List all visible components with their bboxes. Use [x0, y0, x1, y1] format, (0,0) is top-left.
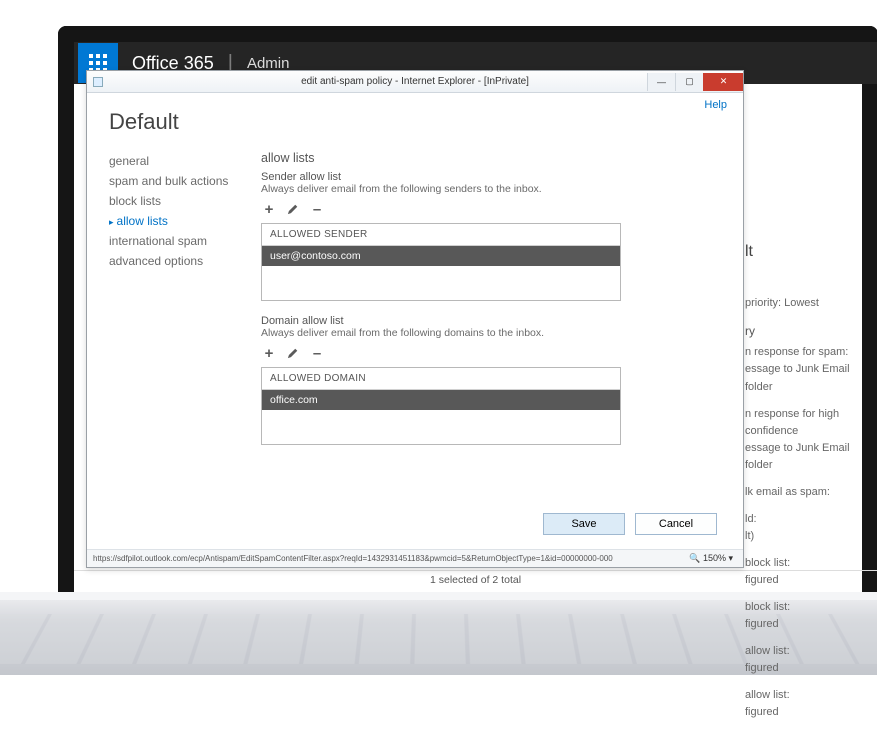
bg-line: essage to Junk Email folder [745, 361, 865, 395]
bg-line: lk email as spam: [745, 484, 865, 501]
edit-icon[interactable] [285, 345, 301, 361]
section-heading: allow lists [261, 151, 705, 165]
remove-icon[interactable]: – [309, 201, 325, 217]
remove-icon[interactable]: – [309, 345, 325, 361]
save-button[interactable]: Save [543, 513, 625, 535]
cancel-button[interactable]: Cancel [635, 513, 717, 535]
sender-column-header: ALLOWED SENDER [262, 224, 620, 246]
nav-item-advanced[interactable]: advanced options [109, 251, 239, 271]
nav-item-allow-lists[interactable]: allow lists [109, 211, 239, 231]
domain-allow-label: Domain allow list [261, 315, 705, 327]
domain-allow-desc: Always deliver email from the following … [261, 327, 705, 339]
left-nav: general spam and bulk actions block list… [109, 151, 239, 445]
bg-line: allow list: [745, 687, 865, 704]
nav-item-spam-bulk[interactable]: spam and bulk actions [109, 171, 239, 191]
sender-allow-label: Sender allow list [261, 171, 705, 183]
bg-line: lt) [745, 528, 865, 545]
sender-allow-desc: Always deliver email from the following … [261, 183, 705, 195]
sender-allow-listbox[interactable]: ALLOWED SENDER user@contoso.com [261, 223, 621, 301]
admin-section-label: Admin [247, 55, 290, 72]
bg-line: figured [745, 616, 865, 633]
zoom-value: 150% [703, 553, 726, 563]
maximize-button[interactable]: ▢ [675, 73, 703, 91]
bg-title-tail: lt [745, 240, 865, 265]
bg-line: ld: [745, 511, 865, 528]
bg-line: block list: [745, 599, 865, 616]
bg-line: figured [745, 704, 865, 721]
bg-line: essage to Junk Email folder [745, 440, 865, 474]
bg-line: n response for high confidence [745, 406, 865, 440]
dialog-content: Help Default general spam and bulk actio… [87, 93, 743, 549]
minimize-button[interactable]: — [647, 73, 675, 91]
add-icon[interactable]: + [261, 201, 277, 217]
ie-page-icon [93, 77, 103, 87]
ie-window: edit anti-spam policy - Internet Explore… [86, 70, 744, 568]
domain-column-header: ALLOWED DOMAIN [262, 368, 620, 390]
domain-row[interactable]: office.com [262, 390, 620, 410]
zoom-indicator[interactable]: 🔍 150% ▾ [685, 553, 737, 564]
bg-priority: priority: Lowest [745, 295, 865, 312]
bg-summary-hdr: ry [745, 322, 865, 341]
main-pane: allow lists Sender allow list Always del… [261, 151, 725, 445]
bg-line: allow list: [745, 643, 865, 660]
bg-details-panel: lt priority: Lowest ry n response for sp… [745, 240, 865, 731]
nav-item-block-lists[interactable]: block lists [109, 191, 239, 211]
ie-title-text: edit anti-spam policy - Internet Explore… [301, 76, 529, 87]
page-title: Default [109, 109, 725, 135]
ie-status-bar: https://sdfpilot.outlook.com/ecp/Antispa… [87, 549, 743, 567]
close-button[interactable]: ✕ [703, 73, 743, 91]
bg-line: block list: [745, 555, 865, 572]
sender-row[interactable]: user@contoso.com [262, 246, 620, 266]
bg-line: n response for spam: [745, 344, 865, 361]
nav-item-intl-spam[interactable]: international spam [109, 231, 239, 251]
domain-allow-listbox[interactable]: ALLOWED DOMAIN office.com [261, 367, 621, 445]
bg-line: figured [745, 572, 865, 589]
add-icon[interactable]: + [261, 345, 277, 361]
help-link[interactable]: Help [704, 99, 727, 111]
edit-icon[interactable] [285, 201, 301, 217]
nav-item-general[interactable]: general [109, 151, 239, 171]
status-url: https://sdfpilot.outlook.com/ecp/Antispa… [93, 554, 613, 563]
ie-titlebar[interactable]: edit anti-spam policy - Internet Explore… [87, 71, 743, 93]
